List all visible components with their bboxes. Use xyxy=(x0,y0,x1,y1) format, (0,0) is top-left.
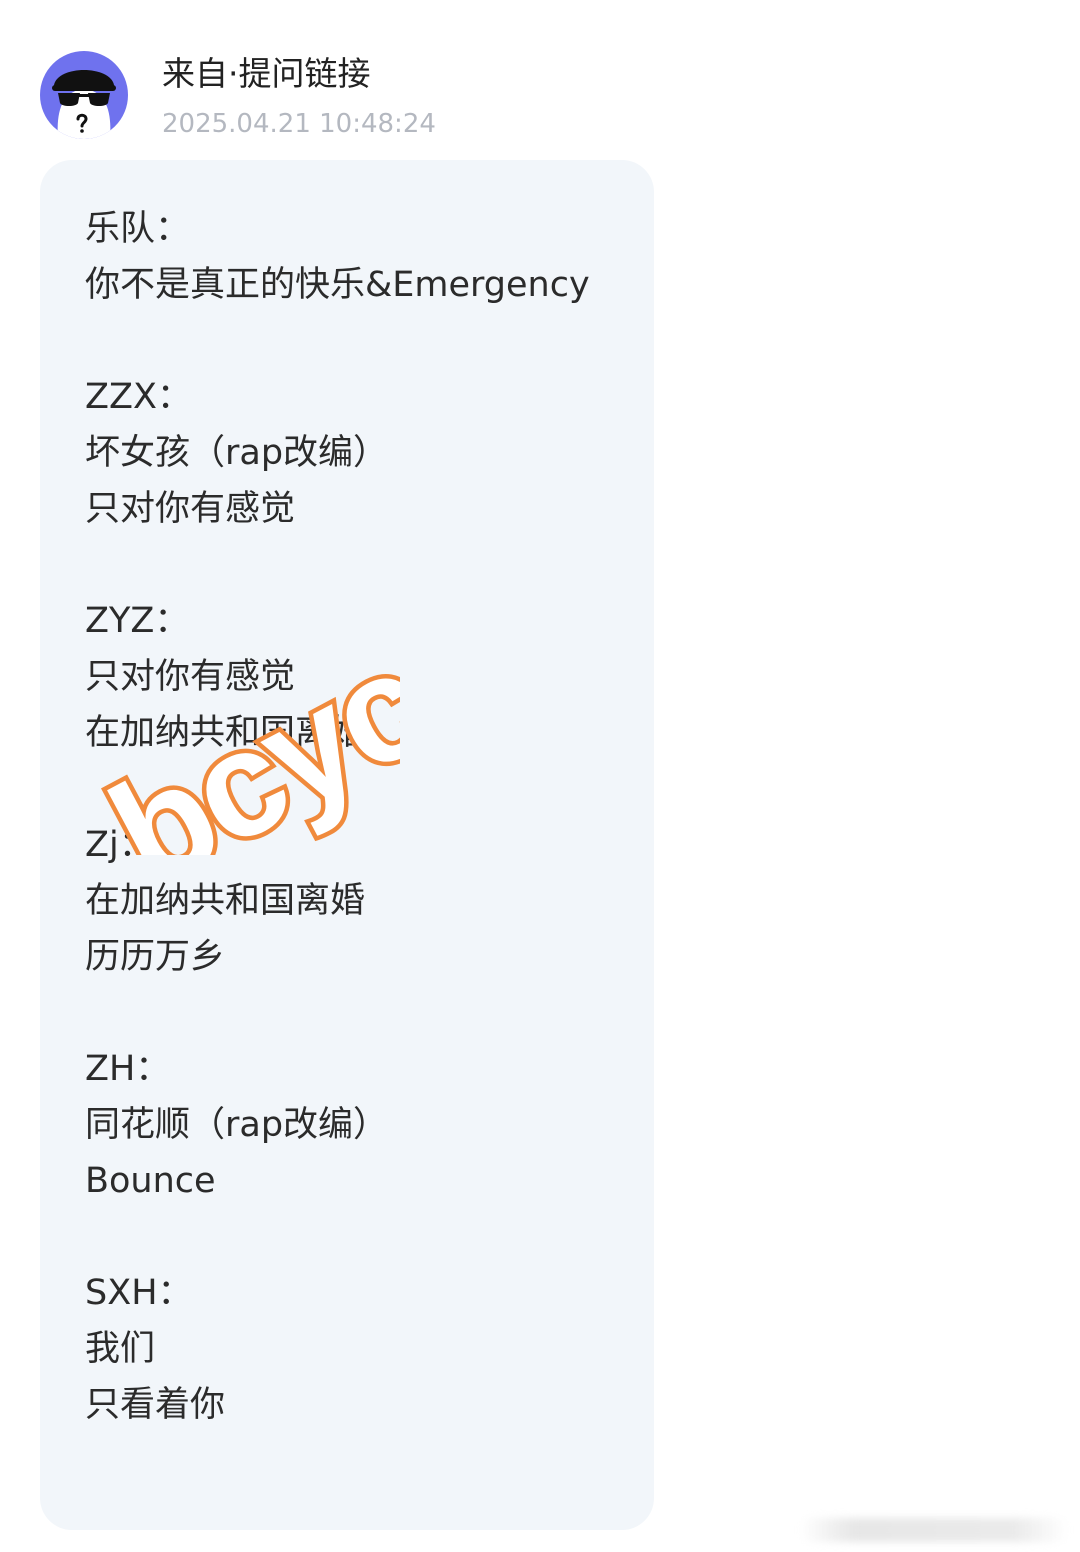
message-line: 只对你有感觉 xyxy=(85,657,296,697)
message-line xyxy=(85,537,645,593)
message-line: 只看着你 xyxy=(85,1385,226,1425)
message-line: 坏女孩（rap改编） xyxy=(85,433,389,473)
message-line: ZZX： xyxy=(85,377,192,417)
anonymous-avatar-icon xyxy=(40,51,128,139)
message-line: ZYZ： xyxy=(85,601,190,641)
message-line: 只对你有感觉 xyxy=(85,489,296,529)
message-line: SXH： xyxy=(85,1273,193,1313)
timestamp: 2025.04.21 10:48:24 xyxy=(162,109,436,139)
message-line: 在加纳共和国离婚 xyxy=(85,713,366,753)
message-line: 我们 xyxy=(85,1329,156,1369)
blurred-footer-mark xyxy=(800,1518,1068,1542)
message-line: Bounce xyxy=(85,1161,216,1201)
sender-title: 来自·提问链接 xyxy=(162,54,371,93)
message-line xyxy=(85,761,645,817)
message-line: 历历万乡 xyxy=(85,937,226,977)
message-line: ZH： xyxy=(85,1049,171,1089)
message-line: 同花顺（rap改编） xyxy=(85,1105,389,1145)
message-line xyxy=(85,313,645,369)
message-text: 乐队： 你不是真正的快乐&Emergency ZZX： 坏女孩（rap改编） 只… xyxy=(85,201,645,1433)
message-line xyxy=(85,985,645,1041)
message-line: 在加纳共和国离婚 xyxy=(85,881,366,921)
message-line: Zj： xyxy=(85,825,154,865)
message-line: 你不是真正的快乐&Emergency xyxy=(85,265,590,305)
message-line: 乐队： xyxy=(85,209,191,249)
message-line xyxy=(85,1209,645,1265)
